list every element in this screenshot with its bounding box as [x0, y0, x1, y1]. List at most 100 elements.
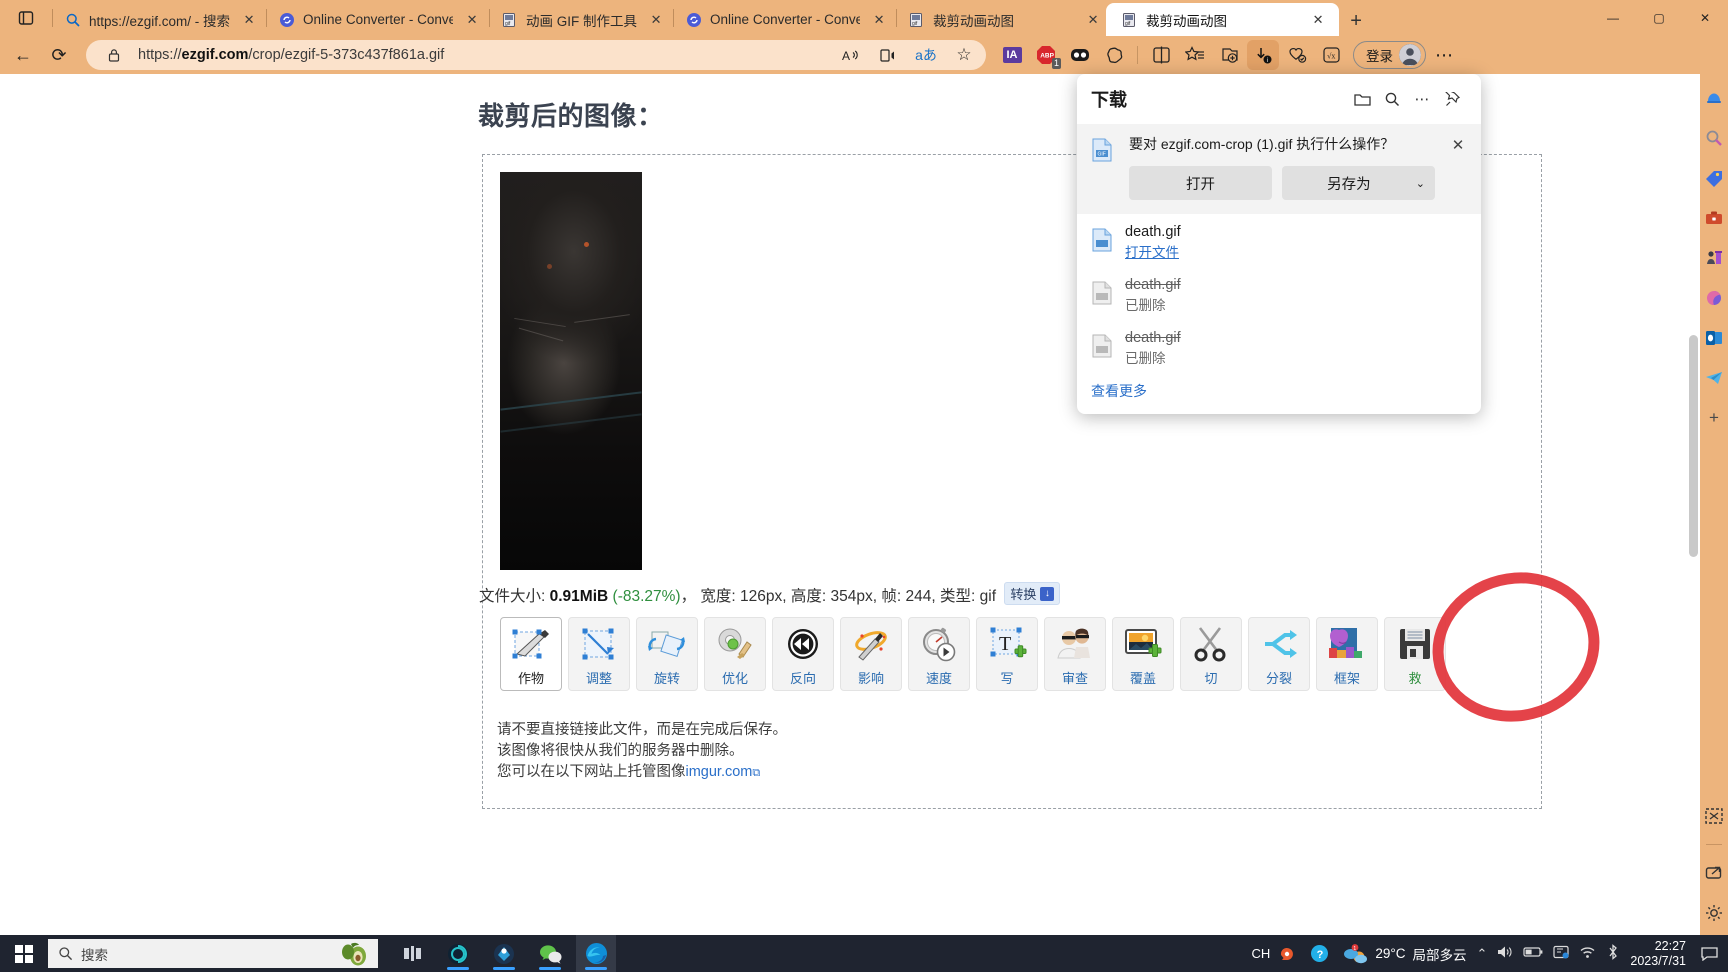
- immersive-reader-icon[interactable]: [874, 42, 902, 68]
- volume-icon[interactable]: [1497, 945, 1513, 962]
- split-screen-button[interactable]: [1145, 40, 1177, 70]
- open-in-new-icon[interactable]: [1702, 861, 1726, 885]
- add-tab-group-button[interactable]: [1213, 40, 1245, 70]
- tool-crop[interactable]: 作物: [500, 617, 562, 691]
- tab-actions-button[interactable]: [0, 0, 52, 36]
- close-prompt-button[interactable]: ✕: [1445, 132, 1471, 158]
- wifi-icon[interactable]: [1579, 945, 1596, 962]
- tab-close-button[interactable]: ✕: [1307, 9, 1329, 31]
- read-aloud-icon[interactable]: A: [836, 42, 864, 68]
- maximize-button[interactable]: ▢: [1636, 0, 1682, 36]
- tool-save[interactable]: 救: [1384, 617, 1446, 691]
- browser-essentials-health-button[interactable]: [1281, 40, 1313, 70]
- tab-close-button[interactable]: ✕: [645, 9, 667, 31]
- ime-indicator[interactable]: CH: [1252, 945, 1297, 963]
- copilot-icon[interactable]: [1702, 86, 1726, 110]
- download-action-prompt: GIF 要对 ezgif.com-crop (1).gif 执行什么操作？ ✕ …: [1077, 124, 1481, 214]
- close-window-button[interactable]: ✕: [1682, 0, 1728, 36]
- screenshot-icon[interactable]: [1702, 804, 1726, 828]
- tool-overlay[interactable]: 覆盖: [1112, 617, 1174, 691]
- imgur-link[interactable]: imgur.com: [686, 764, 753, 780]
- download-item-2[interactable]: death.gif 已删除: [1077, 320, 1481, 373]
- tab-close-button[interactable]: ✕: [461, 9, 483, 31]
- new-tab-button[interactable]: +: [1339, 6, 1373, 36]
- internet-archive-extension[interactable]: IA: [996, 40, 1028, 70]
- tab-1[interactable]: Online Converter - Convert ✕: [267, 3, 489, 36]
- tab-close-button[interactable]: ✕: [868, 9, 890, 31]
- outlook-icon[interactable]: [1702, 326, 1726, 350]
- help-icon[interactable]: ?: [1306, 935, 1332, 972]
- steam-icon[interactable]: [484, 935, 524, 972]
- translate-icon[interactable]: aあ: [912, 42, 940, 68]
- download-item-0[interactable]: death.gif 打开文件: [1077, 214, 1481, 267]
- office-icon[interactable]: [1702, 286, 1726, 310]
- minimize-button[interactable]: —: [1590, 0, 1636, 36]
- external-link-icon: ⧉: [752, 767, 761, 779]
- battery-icon[interactable]: [1523, 946, 1543, 961]
- tools-icon[interactable]: [1702, 206, 1726, 230]
- edge-icon[interactable]: [576, 935, 616, 972]
- favorite-icon[interactable]: ☆: [950, 42, 978, 68]
- more-icon[interactable]: ⋯: [1407, 84, 1437, 114]
- downloads-button[interactable]: i: [1247, 40, 1279, 70]
- shopping-icon[interactable]: [1702, 166, 1726, 190]
- download-item-1[interactable]: death.gif 已删除: [1077, 267, 1481, 320]
- tool-split[interactable]: 分裂: [1248, 617, 1310, 691]
- clock[interactable]: 22:27 2023/7/31: [1630, 939, 1686, 969]
- tool-frames[interactable]: 框架: [1316, 617, 1378, 691]
- add-icon[interactable]: +: [1702, 406, 1726, 430]
- reload-button[interactable]: ⟳: [42, 40, 76, 70]
- tab-3[interactable]: Online Converter - Convert ✕: [674, 3, 896, 36]
- collections-button[interactable]: [1179, 40, 1211, 70]
- search-icon[interactable]: [1702, 126, 1726, 150]
- notification-icon[interactable]: [1696, 935, 1722, 972]
- folder-icon[interactable]: [1347, 84, 1377, 114]
- chevron-up-icon[interactable]: ⌃: [1476, 946, 1487, 962]
- tool-write[interactable]: T 写: [976, 617, 1038, 691]
- taskbar-search[interactable]: 搜索: [48, 939, 378, 968]
- bluetooth-icon[interactable]: [1606, 944, 1620, 963]
- telegram-icon[interactable]: [1702, 366, 1726, 390]
- browser-essentials-extension[interactable]: [1098, 40, 1130, 70]
- weather-widget[interactable]: 1 29°C 局部多云: [1342, 943, 1466, 964]
- address-bar[interactable]: https://ezgif.com/crop/ezgif-5-373c437f8…: [86, 40, 986, 70]
- tool-cut[interactable]: 切: [1180, 617, 1242, 691]
- tool-censor[interactable]: 审查: [1044, 617, 1106, 691]
- convert-button[interactable]: 转换 ↓: [1004, 582, 1061, 605]
- tab-4[interactable]: gif 裁剪动画动图 ✕: [897, 3, 1106, 36]
- back-button[interactable]: ←: [6, 40, 40, 70]
- display-icon[interactable]: [1553, 945, 1569, 963]
- tab-5-active[interactable]: gif 裁剪动画动图 ✕: [1106, 3, 1340, 36]
- settings-and-more-button[interactable]: ⋯: [1428, 40, 1460, 70]
- tab-2[interactable]: gif 动画 GIF 制作工具 ✕: [490, 3, 673, 36]
- wechat-icon[interactable]: [530, 935, 570, 972]
- open-button[interactable]: 打开: [1129, 166, 1272, 200]
- tool-rotate[interactable]: 旋转: [636, 617, 698, 691]
- settings-icon[interactable]: [1702, 901, 1726, 925]
- tool-resize[interactable]: 调整: [568, 617, 630, 691]
- page-scrollbar[interactable]: [1686, 74, 1700, 935]
- signin-button[interactable]: 登录: [1353, 41, 1426, 69]
- chevron-down-icon[interactable]: ⌄: [1416, 177, 1425, 190]
- app-unknown-icon[interactable]: [438, 935, 478, 972]
- open-file-link[interactable]: 打开文件: [1125, 241, 1181, 261]
- tab-close-button[interactable]: ✕: [238, 9, 260, 31]
- tool-optimize[interactable]: 优化: [704, 617, 766, 691]
- math-solver-button[interactable]: √x: [1315, 40, 1347, 70]
- unknown-dark-extension[interactable]: [1064, 40, 1096, 70]
- tab-0[interactable]: https://ezgif.com/ - 搜索 ✕: [53, 3, 266, 36]
- start-button[interactable]: [0, 935, 48, 972]
- scrollbar-thumb[interactable]: [1689, 335, 1698, 557]
- games-icon[interactable]: [1702, 246, 1726, 270]
- tab-close-button[interactable]: ✕: [1082, 9, 1104, 31]
- pin-icon[interactable]: [1437, 84, 1467, 114]
- search-icon[interactable]: [1377, 84, 1407, 114]
- tool-effects[interactable]: 影响: [840, 617, 902, 691]
- adblock-plus-extension[interactable]: ABP 1: [1030, 40, 1062, 70]
- see-more-link[interactable]: 查看更多: [1077, 373, 1481, 413]
- save-as-button[interactable]: 另存为 ⌄: [1282, 166, 1435, 200]
- tool-reverse[interactable]: 反向: [772, 617, 834, 691]
- cropped-gif-image[interactable]: [500, 172, 642, 570]
- tool-speed[interactable]: 速度: [908, 617, 970, 691]
- taskview-icon[interactable]: [392, 935, 432, 972]
